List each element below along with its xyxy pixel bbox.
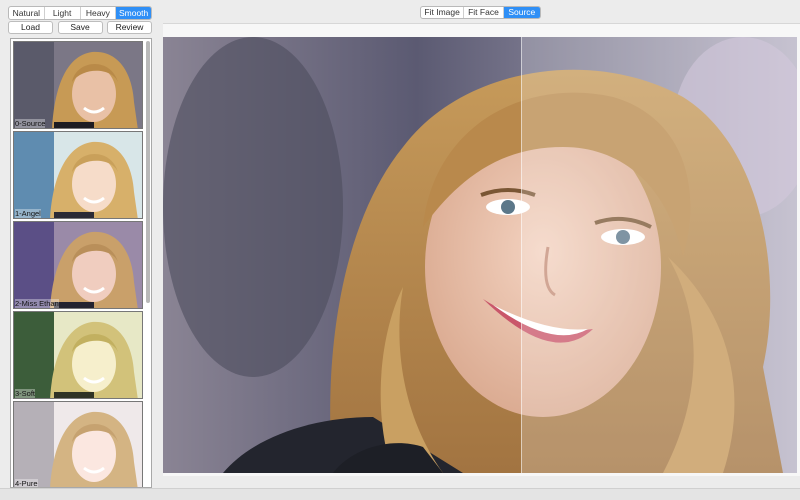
face-thumbnail-image [14,42,142,128]
tab-natural[interactable]: Natural [9,7,45,19]
face-thumbnail-image [14,312,142,398]
split-divider[interactable] [521,37,522,473]
view-mode-segmented-control: Fit Image Fit Face Source [420,6,541,19]
status-bar [0,488,800,500]
preset-thumbnail[interactable]: 1-Angel [13,131,143,219]
smoothing-preview-overlay [521,37,797,473]
preset-label: 4-Pure [15,479,38,488]
load-button[interactable]: Load [8,21,53,34]
source-button[interactable]: Source [503,7,540,18]
image-preview-frame [163,23,800,476]
review-button[interactable]: Review [107,21,152,34]
tab-light[interactable]: Light [45,7,81,19]
thumbnail-scrollbar[interactable] [146,41,150,303]
preset-label: 3-Soft [15,389,36,398]
fit-image-button[interactable]: Fit Image [421,7,465,18]
photo-canvas[interactable] [163,37,797,473]
face-thumbnail-image [14,222,142,308]
filter-strength-segmented-control: Natural Light Heavy Smooth [8,6,152,20]
preset-thumbnail[interactable]: 4-Pure [13,401,143,488]
preset-label: 2-Miss Ethan [15,299,59,308]
preset-label: 1-Angel [15,209,41,218]
fit-face-button[interactable]: Fit Face [464,7,504,18]
action-buttons: Load Save Review [8,21,152,35]
tab-heavy[interactable]: Heavy [81,7,117,19]
save-button[interactable]: Save [57,21,103,34]
presets-panel: Natural Light Heavy Smooth Load Save Rev… [0,0,160,500]
preset-label: 0-Source [15,119,46,128]
preset-thumbnail-list[interactable]: 0-Source 1-Angel 2-Miss Ethan 3-Soft 4-P… [10,38,152,488]
preset-thumbnail[interactable]: 3-Soft [13,311,143,399]
face-thumbnail-image [14,402,142,487]
tab-smooth[interactable]: Smooth [116,7,151,19]
face-thumbnail-image [14,132,142,218]
preset-thumbnail[interactable]: 0-Source [13,41,143,129]
preset-thumbnail[interactable]: 2-Miss Ethan [13,221,143,309]
